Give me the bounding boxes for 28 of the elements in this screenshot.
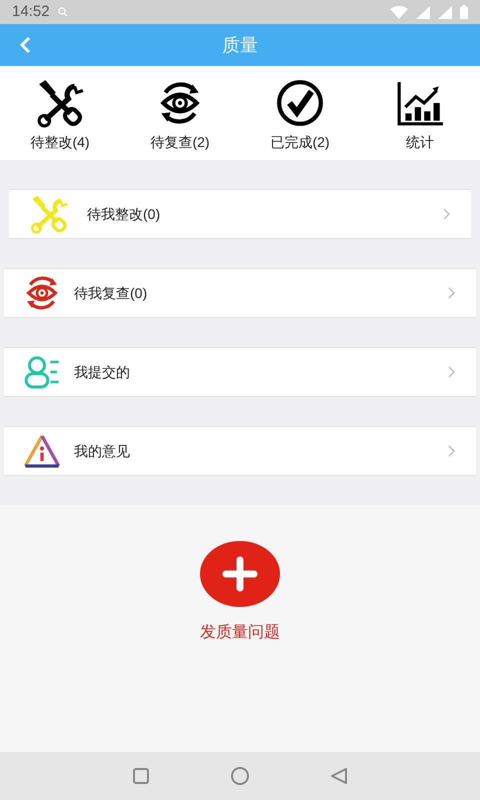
action-label[interactable]: 发质量问题	[200, 621, 280, 645]
tools-icon	[29, 194, 69, 234]
menu-item[interactable]: 我提交的	[4, 347, 476, 397]
shortcut-tab[interactable]: 统计	[370, 78, 470, 152]
menu-item[interactable]: 待我整改(0)	[9, 189, 471, 239]
plus-icon	[220, 554, 260, 594]
search-icon	[58, 7, 68, 17]
home-icon[interactable]	[230, 766, 250, 786]
tools-icon	[35, 78, 85, 128]
shortcut-tab[interactable]: 待复查(2)	[130, 78, 230, 152]
page-title: 质量	[222, 34, 258, 56]
menu-item[interactable]: 待我复查(0)	[4, 268, 476, 318]
chevron-right-icon	[448, 445, 456, 457]
menu-item[interactable]: 我的意见	[4, 426, 476, 476]
signal-icon	[416, 6, 430, 18]
recent-apps-icon[interactable]	[132, 767, 150, 785]
shortcut-tab[interactable]: 已完成(2)	[250, 78, 350, 152]
chevron-right-icon	[443, 208, 451, 220]
shortcut-tab[interactable]: 待整改(4)	[10, 78, 110, 152]
back-icon[interactable]	[330, 767, 348, 785]
chevron-right-icon	[448, 366, 456, 378]
wifi-icon	[390, 6, 408, 18]
signal-icon	[438, 6, 452, 18]
battery-icon	[460, 5, 468, 19]
check-circle-icon	[275, 78, 325, 128]
status-time: 14:52	[12, 2, 50, 22]
back-button[interactable]	[18, 36, 32, 54]
chevron-right-icon	[448, 287, 456, 299]
